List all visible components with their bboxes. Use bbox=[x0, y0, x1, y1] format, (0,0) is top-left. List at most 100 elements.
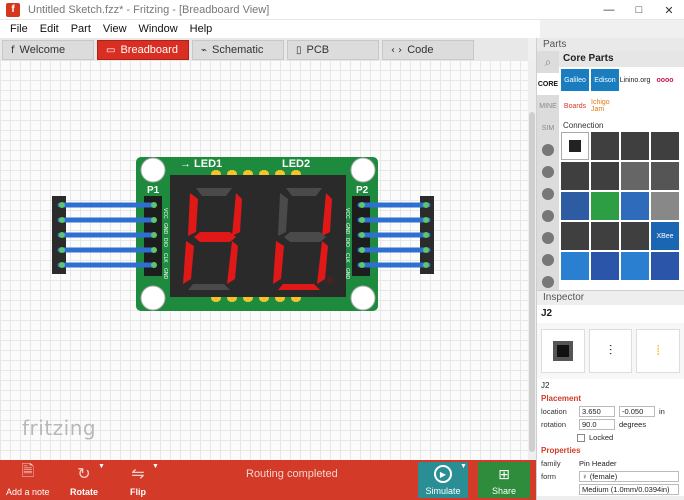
part-green-terminal[interactable] bbox=[591, 192, 619, 220]
tab-code[interactable]: ‹ › Code bbox=[382, 40, 474, 60]
bin-play[interactable] bbox=[537, 249, 559, 271]
form-row: form ♀ (female) bbox=[537, 470, 684, 483]
sparkfun-icon bbox=[542, 210, 554, 222]
part-board[interactable] bbox=[591, 252, 619, 280]
part-header-block[interactable] bbox=[591, 222, 619, 250]
part-label: J2 bbox=[537, 379, 684, 392]
menu-part[interactable]: Part bbox=[65, 23, 97, 35]
inspector-images: ⫶ ⁞ bbox=[537, 323, 684, 379]
bin-core[interactable]: CORE bbox=[537, 73, 559, 95]
location-label: location bbox=[541, 407, 567, 416]
part-connector[interactable] bbox=[591, 162, 619, 190]
part-db9[interactable] bbox=[621, 192, 649, 220]
rotate-button[interactable]: ↻ Rotate bbox=[70, 463, 98, 498]
location-unit[interactable]: in bbox=[659, 407, 665, 416]
location-y-input[interactable]: -0.050 bbox=[619, 406, 655, 417]
menu-edit[interactable]: Edit bbox=[34, 23, 65, 35]
part-xbee[interactable]: XBee bbox=[651, 222, 679, 250]
maximize-icon[interactable]: □ bbox=[624, 0, 654, 20]
part-usb[interactable] bbox=[651, 192, 679, 220]
tab-pcb[interactable]: ▯ PCB bbox=[287, 40, 379, 60]
linino-logo[interactable]: Linino.org bbox=[620, 69, 650, 91]
part-terminal[interactable] bbox=[651, 162, 679, 190]
menu-window[interactable]: Window bbox=[133, 23, 184, 35]
part-rj45[interactable] bbox=[561, 192, 589, 220]
menu-file[interactable]: File bbox=[4, 23, 34, 35]
rotation-label: rotation bbox=[541, 420, 567, 429]
form-label: form bbox=[541, 472, 556, 481]
bin-arduino[interactable] bbox=[537, 139, 559, 161]
parts-panel: Parts ⌕ CORE MINE SIM Core Parts Galileo… bbox=[536, 38, 684, 290]
part-board[interactable] bbox=[621, 252, 649, 280]
svg-text:GND: GND bbox=[162, 223, 168, 235]
breadboard-preview bbox=[541, 329, 585, 373]
pcb-icon: ▯ bbox=[296, 44, 302, 56]
mount-hole bbox=[350, 285, 376, 311]
bin-intel[interactable] bbox=[537, 227, 559, 249]
parts-bins: ⌕ CORE MINE SIM bbox=[537, 51, 559, 290]
svg-text:DIO: DIO bbox=[162, 238, 168, 247]
dots-logo[interactable]: oooo bbox=[651, 69, 679, 91]
part-board[interactable] bbox=[561, 252, 589, 280]
scrollbar-thumb[interactable] bbox=[529, 112, 535, 452]
part-din[interactable] bbox=[561, 222, 589, 250]
bin-seeed[interactable] bbox=[537, 183, 559, 205]
title-bar: f Untitled Sketch.fzz* - Fritzing - [Bre… bbox=[0, 0, 684, 20]
part-pin-strip[interactable] bbox=[591, 132, 619, 160]
add-note-button[interactable]: 🗎 Add a note bbox=[6, 461, 50, 498]
bin-sparkfun[interactable] bbox=[537, 205, 559, 227]
rotation-input[interactable]: 90.0 bbox=[579, 419, 615, 430]
locked-checkbox[interactable] bbox=[577, 433, 585, 442]
bin-fritzing[interactable] bbox=[537, 161, 559, 183]
share-button[interactable]: ⊞ Share bbox=[478, 462, 530, 498]
part-jack[interactable] bbox=[621, 162, 649, 190]
size-row: Medium (1.0mm/0.0394in) bbox=[537, 483, 684, 496]
search-icon[interactable]: ⌕ bbox=[537, 51, 559, 73]
part-connector[interactable] bbox=[621, 132, 649, 160]
schematic-icon: ⌁ bbox=[201, 44, 208, 56]
simulate-dropdown-icon[interactable]: ▼ bbox=[460, 463, 468, 470]
arduino-icon bbox=[542, 144, 554, 156]
flip-button[interactable]: ⇋ Flip bbox=[128, 463, 148, 498]
close-icon[interactable]: ✕ bbox=[654, 0, 684, 20]
tab-label: Breadboard bbox=[120, 44, 178, 56]
share-icon: ⊞ bbox=[498, 467, 510, 483]
part-header-selected[interactable] bbox=[561, 132, 589, 160]
tab-label: PCB bbox=[306, 44, 330, 56]
canvas-vertical-scrollbar[interactable] bbox=[528, 60, 536, 460]
flip-label: Flip bbox=[130, 487, 146, 497]
part-ribbon[interactable] bbox=[621, 222, 649, 250]
play-icon: ▶ bbox=[434, 465, 452, 483]
form-select[interactable]: ♀ (female) bbox=[579, 471, 679, 482]
inspector-part-title: J2 bbox=[537, 305, 684, 323]
ichigojam-logo[interactable]: Ichigo Jam bbox=[591, 95, 619, 117]
menu-view[interactable]: View bbox=[97, 23, 133, 35]
menu-help[interactable]: Help bbox=[184, 23, 219, 35]
tab-schematic[interactable]: ⌁ Schematic bbox=[192, 40, 284, 60]
p2-label: P2 bbox=[356, 185, 369, 196]
circuit-drawing: → LED1 LED2 P1 P2 VCC GND DIO CLK GND VC… bbox=[52, 157, 434, 311]
part-connector[interactable] bbox=[651, 132, 679, 160]
location-x-input[interactable]: 3.650 bbox=[579, 406, 615, 417]
led2-label: LED2 bbox=[282, 158, 310, 170]
flip-dropdown-icon[interactable]: ▼ bbox=[152, 463, 160, 470]
part-screw-terminal[interactable] bbox=[561, 162, 589, 190]
minimize-icon[interactable]: — bbox=[594, 0, 624, 20]
breadboard-canvas[interactable]: → LED1 LED2 P1 P2 VCC GND DIO CLK GND VC… bbox=[0, 60, 528, 460]
boards-logo[interactable]: Boards bbox=[561, 95, 589, 117]
rotate-dropdown-icon[interactable]: ▼ bbox=[98, 463, 106, 470]
edison-logo[interactable]: Edison bbox=[591, 69, 619, 91]
size-select[interactable]: Medium (1.0mm/0.0394in) bbox=[579, 484, 679, 495]
part-board[interactable] bbox=[651, 252, 679, 280]
locked-label: Locked bbox=[589, 433, 614, 442]
more-icon bbox=[542, 276, 554, 288]
bin-sim[interactable]: SIM bbox=[537, 117, 559, 139]
tab-breadboard[interactable]: ▭ Breadboard bbox=[97, 40, 189, 60]
code-icon: ‹ › bbox=[391, 44, 403, 56]
bin-mine[interactable]: MINE bbox=[537, 95, 559, 117]
galileo-logo[interactable]: Galileo bbox=[561, 69, 589, 91]
properties-section-title: Properties bbox=[537, 444, 684, 457]
play-icon bbox=[542, 254, 554, 266]
svg-text:GND: GND bbox=[344, 268, 350, 280]
tab-welcome[interactable]: f Welcome bbox=[2, 40, 94, 60]
